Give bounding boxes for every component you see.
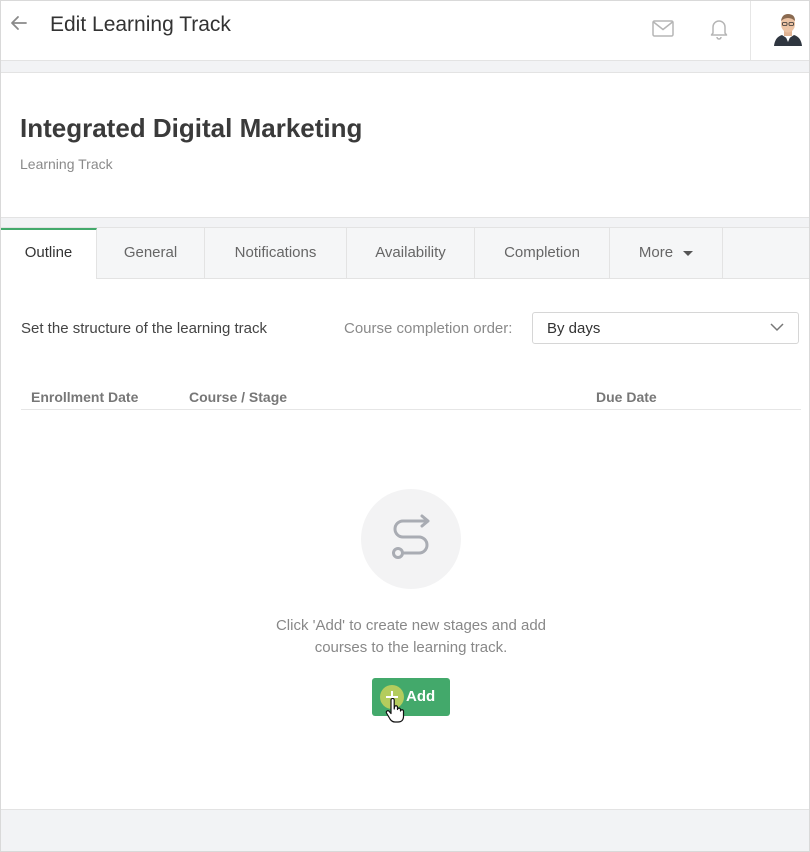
empty-state-text: Click 'Add' to create new stages and add… xyxy=(275,617,547,656)
bell-icon[interactable] xyxy=(709,18,729,40)
tab-availability[interactable]: Availability xyxy=(347,228,475,278)
column-header-enrollment-date: Enrollment Date xyxy=(31,389,139,405)
outline-panel: Outline General Notifications Availabili… xyxy=(1,227,809,810)
tab-more[interactable]: More xyxy=(610,228,723,278)
caret-down-icon xyxy=(683,250,694,256)
table-header-divider xyxy=(21,409,801,410)
user-avatar[interactable] xyxy=(772,12,804,46)
completion-order-value: By days xyxy=(547,320,601,337)
add-button[interactable]: Add xyxy=(372,678,450,716)
completion-order-label: Course completion order: xyxy=(344,320,513,337)
track-type: Learning Track xyxy=(20,156,113,172)
tab-completion[interactable]: Completion xyxy=(475,228,610,278)
track-header: Integrated Digital Marketing Learning Tr… xyxy=(1,72,809,218)
tab-notifications[interactable]: Notifications xyxy=(205,228,347,278)
route-icon xyxy=(392,514,430,559)
structure-label: Set the structure of the learning track xyxy=(21,320,267,337)
track-title: Integrated Digital Marketing xyxy=(20,113,363,143)
add-button-label: Add xyxy=(406,688,436,705)
column-header-due-date: Due Date xyxy=(596,389,657,405)
top-bar: Edit Learning Track xyxy=(1,1,809,61)
topbar-divider xyxy=(750,1,751,60)
tab-general[interactable]: General xyxy=(97,228,205,278)
page-title: Edit Learning Track xyxy=(50,13,231,36)
column-header-course-stage: Course / Stage xyxy=(189,389,288,405)
completion-order-select[interactable]: By days xyxy=(532,312,799,344)
mail-icon[interactable] xyxy=(652,20,674,38)
tab-bar: Outline General Notifications Availabili… xyxy=(1,228,809,279)
app-window: Edit Learning Track Integrated Digital M… xyxy=(0,0,810,852)
tab-outline[interactable]: Outline xyxy=(1,228,97,279)
chevron-down-icon xyxy=(770,323,784,332)
tab-more-label: More xyxy=(638,244,674,261)
back-arrow-icon[interactable] xyxy=(9,13,29,33)
hand-cursor-icon xyxy=(385,698,405,723)
